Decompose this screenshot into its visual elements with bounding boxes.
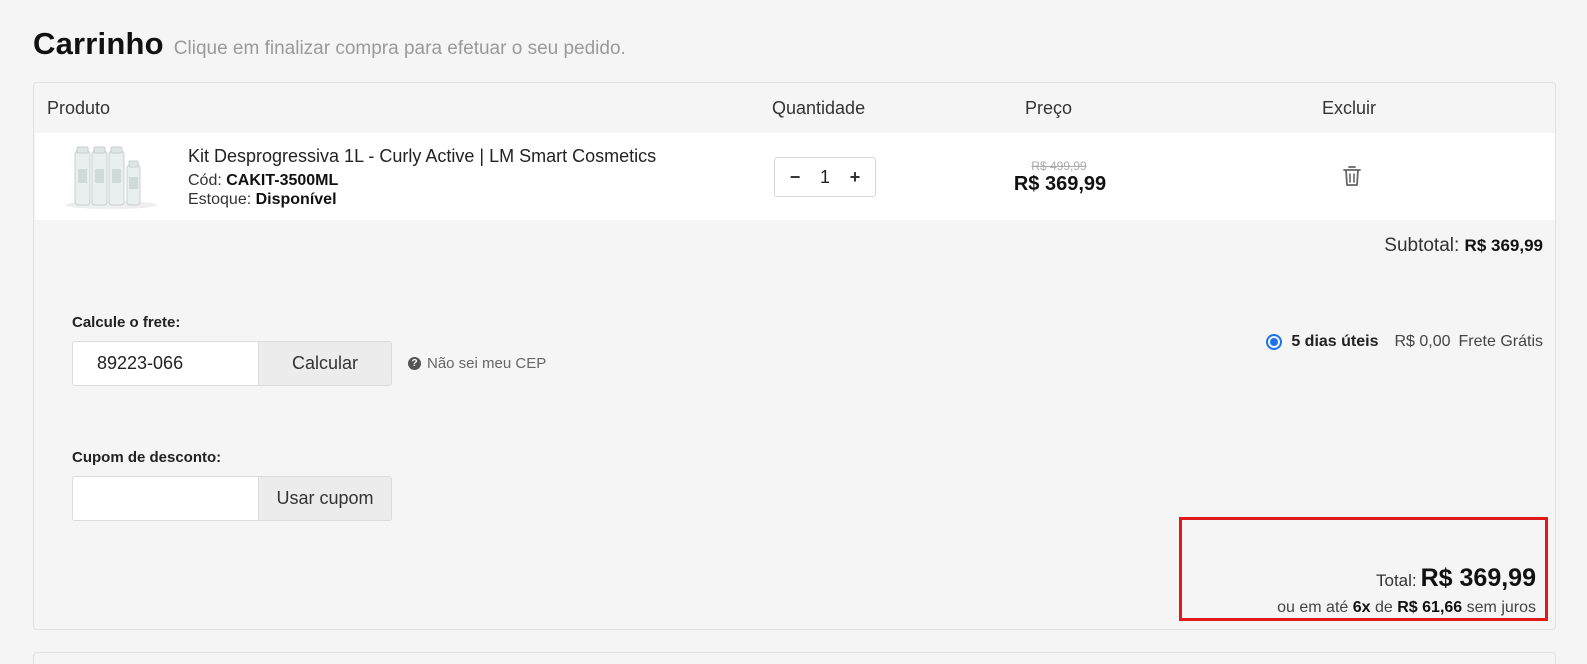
radio-selected-dot bbox=[1270, 338, 1279, 346]
trash-icon[interactable] bbox=[1342, 165, 1362, 187]
column-product: Produto bbox=[47, 98, 111, 118]
cep-help-link[interactable]: ? Não sei meu CEP bbox=[408, 355, 546, 372]
cep-input[interactable] bbox=[73, 342, 258, 385]
total-highlight: Total: R$ 369,99 ou em até 6x de R$ 61,66… bbox=[1179, 517, 1548, 621]
installments-value: R$ 61,66 bbox=[1397, 599, 1463, 616]
quantity-decrease-button[interactable]: − bbox=[787, 167, 803, 188]
quantity-increase-button[interactable]: + bbox=[847, 167, 863, 188]
product-stock-label: Estoque: bbox=[188, 191, 252, 208]
quantity-stepper: − 1 + bbox=[774, 157, 876, 197]
quantity-value[interactable]: 1 bbox=[820, 167, 830, 188]
apply-coupon-button[interactable]: Usar cupom bbox=[258, 477, 391, 520]
product-code: Cód: CAKIT-3500ML bbox=[188, 172, 338, 190]
shipping-option-radio[interactable] bbox=[1266, 334, 1283, 350]
column-price: Preço bbox=[1025, 98, 1073, 118]
column-quantity: Quantidade bbox=[772, 98, 866, 118]
product-name[interactable]: Kit Desprogressiva 1L - Curly Active | L… bbox=[188, 146, 656, 167]
installments-prefix: ou em até bbox=[1277, 599, 1349, 616]
cep-help-text: Não sei meu CEP bbox=[427, 355, 547, 372]
page-title: Carrinho bbox=[33, 26, 164, 61]
shipping-label: Calcule o frete: bbox=[72, 314, 181, 331]
cep-input-group: Calcular bbox=[72, 341, 392, 386]
product-code-value: CAKIT-3500ML bbox=[226, 172, 339, 189]
page-subtitle: Clique em finalizar compra para efetuar … bbox=[173, 38, 626, 59]
installments-suffix: sem juros bbox=[1466, 599, 1536, 616]
price-current: R$ 369,99 bbox=[1013, 173, 1107, 195]
price-original: R$ 499,99 bbox=[1031, 159, 1087, 173]
shipping-days: 5 dias úteis bbox=[1291, 333, 1379, 350]
installments-count: 6x bbox=[1352, 599, 1371, 616]
product-stock: Estoque: Disponível bbox=[188, 191, 337, 209]
subtotal-label: Subtotal: bbox=[1384, 235, 1460, 256]
next-panel-edge bbox=[33, 652, 1556, 664]
product-stock-value: Disponível bbox=[255, 191, 337, 208]
subtotal: Subtotal: R$ 369,99 bbox=[1384, 235, 1543, 257]
page-header: Carrinho Clique em finalizar compra para… bbox=[33, 26, 626, 62]
shipping-price: R$ 0,00 bbox=[1394, 333, 1451, 350]
coupon-label: Cupom de desconto: bbox=[72, 449, 222, 466]
product-thumbnail[interactable] bbox=[61, 145, 161, 211]
total: Total: R$ 369,99 bbox=[1376, 564, 1536, 593]
shipping-option[interactable]: 5 dias úteis R$ 0,00 Frete Grátis bbox=[1266, 333, 1543, 351]
subtotal-value: R$ 369,99 bbox=[1464, 236, 1543, 255]
shipping-name: Frete Grátis bbox=[1458, 333, 1543, 350]
product-code-label: Cód: bbox=[188, 172, 222, 189]
installments-of: de bbox=[1375, 599, 1393, 616]
coupon-input[interactable] bbox=[73, 477, 258, 520]
calculate-shipping-button[interactable]: Calcular bbox=[258, 342, 391, 385]
total-value: R$ 369,99 bbox=[1420, 564, 1536, 592]
column-delete: Excluir bbox=[1322, 98, 1377, 118]
cart-table-header: Produto Quantidade Preço Excluir bbox=[34, 83, 1555, 133]
coupon-input-group: Usar cupom bbox=[72, 476, 392, 521]
installments: ou em até 6x de R$ 61,66 sem juros bbox=[1277, 599, 1536, 617]
cart-panel: Produto Quantidade Preço Excluir Kit Des… bbox=[33, 82, 1556, 630]
cart-item-row: Kit Desprogressiva 1L - Curly Active | L… bbox=[35, 133, 1555, 220]
total-label: Total: bbox=[1375, 571, 1417, 590]
question-circle-icon: ? bbox=[408, 357, 421, 370]
